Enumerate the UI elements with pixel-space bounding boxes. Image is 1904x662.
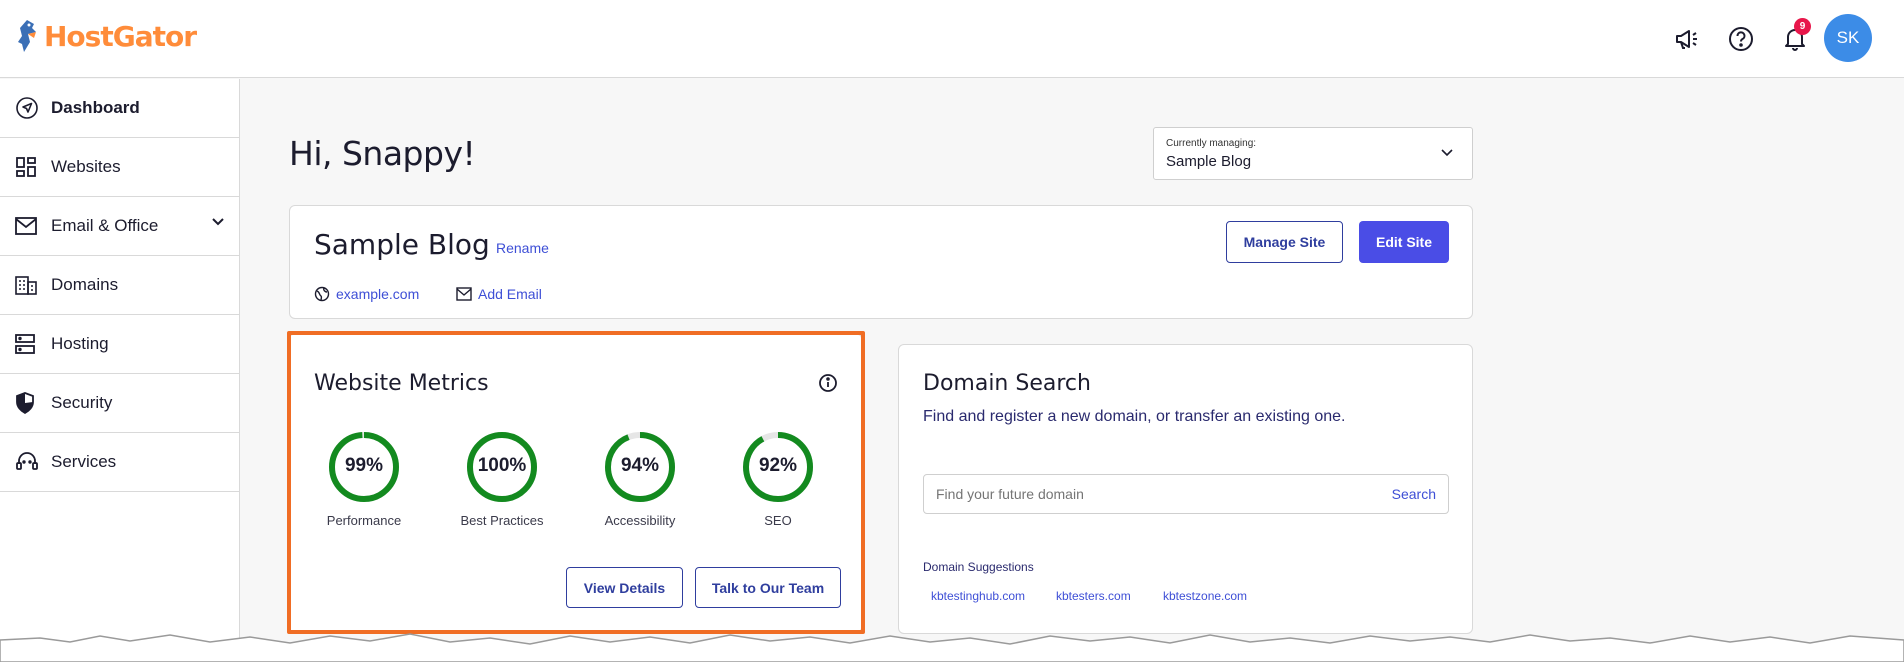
sidebar-item-services[interactable]: Services <box>0 433 239 492</box>
notification-badge: 9 <box>1794 18 1811 35</box>
domain-search-box: Search <box>923 474 1449 514</box>
site-card: Sample Blog Rename example.com Add Email… <box>289 205 1473 319</box>
sidebar-item-websites[interactable]: Websites <box>0 138 239 197</box>
sidebar-item-label: Hosting <box>51 334 109 353</box>
edit-site-button[interactable]: Edit Site <box>1359 221 1449 263</box>
domain-link-text: example.com <box>336 286 420 302</box>
megaphone-icon[interactable] <box>1670 22 1704 56</box>
sidebar-item-label: Email & Office <box>51 216 159 235</box>
server-icon <box>15 331 41 357</box>
sidebar-item-label: Dashboard <box>51 98 140 117</box>
site-selector[interactable]: Currently managing: Sample Blog <box>1153 127 1473 180</box>
dashboard-grid-icon <box>15 154 41 180</box>
page-title: Hi, Snappy! <box>289 134 476 173</box>
domain-suggestion[interactable]: kbtestinghub.com <box>931 589 1025 603</box>
sidebar-item-label: Services <box>51 452 117 471</box>
domain-search-input[interactable] <box>924 475 1364 513</box>
sidebar-item-dashboard[interactable]: Dashboard <box>0 79 239 138</box>
shield-icon <box>15 390 41 416</box>
add-email-text: Add Email <box>478 286 542 302</box>
domain-search-card: Domain Search Find and register a new do… <box>898 344 1473 634</box>
rename-link[interactable]: Rename <box>496 240 549 256</box>
domain-link[interactable]: example.com <box>314 286 419 302</box>
domain-search-subtitle: Find and register a new domain, or trans… <box>923 408 1346 425</box>
sidebar: Dashboard Websites Email & Office Domain… <box>0 79 240 662</box>
sidebar-item-email-office[interactable]: Email & Office <box>0 197 239 256</box>
search-button[interactable]: Search <box>1392 486 1436 502</box>
avatar[interactable]: SK <box>1824 14 1872 62</box>
manage-site-button[interactable]: Manage Site <box>1226 221 1343 263</box>
torn-edge <box>0 633 1904 662</box>
top-bar: HostGator 9 SK <box>0 0 1904 78</box>
envelope-icon <box>456 287 472 301</box>
site-title: Sample Blog <box>314 228 490 261</box>
help-icon[interactable] <box>1724 22 1758 56</box>
hostgator-logo[interactable]: HostGator <box>14 16 197 56</box>
domain-search-title: Domain Search <box>923 371 1091 396</box>
add-email-link[interactable]: Add Email <box>456 286 542 302</box>
sidebar-item-security[interactable]: Security <box>0 374 239 433</box>
sidebar-item-label: Domains <box>51 275 119 294</box>
site-selector-label: Currently managing: <box>1166 138 1257 149</box>
envelope-icon <box>15 213 41 239</box>
brand-name: HostGator <box>44 19 197 53</box>
navigation-icon <box>15 95 41 121</box>
site-selector-value: Sample Blog <box>1166 153 1252 170</box>
domain-suggestion[interactable]: kbtesters.com <box>1056 589 1131 603</box>
support-agent-icon <box>15 449 41 475</box>
bell-icon[interactable]: 9 <box>1778 18 1812 56</box>
domain-suggestion[interactable]: kbtestzone.com <box>1163 589 1247 603</box>
highlight-box <box>287 331 865 634</box>
chevron-down-icon <box>1441 149 1453 157</box>
chevron-down-icon[interactable] <box>211 217 225 227</box>
sidebar-item-domains[interactable]: Domains <box>0 256 239 315</box>
sidebar-item-label: Security <box>51 393 113 412</box>
sidebar-item-hosting[interactable]: Hosting <box>0 315 239 374</box>
sidebar-item-label: Websites <box>51 157 121 176</box>
suggestions-title: Domain Suggestions <box>923 560 1034 574</box>
building-icon <box>15 272 41 298</box>
gator-mascot-icon <box>18 20 36 52</box>
globe-icon <box>314 286 330 302</box>
